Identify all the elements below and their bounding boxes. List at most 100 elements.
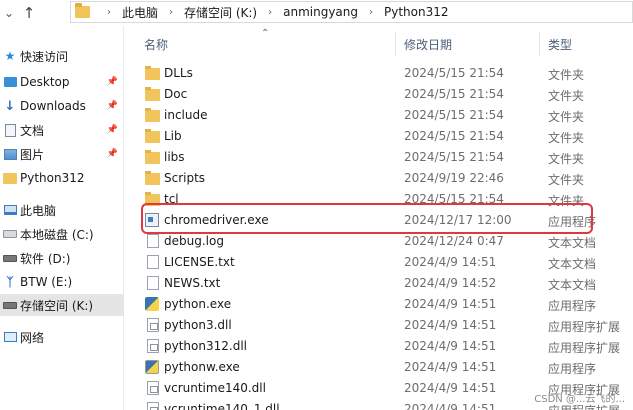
recent-locations-chevron-icon[interactable]: ⌄ <box>0 1 18 25</box>
breadcrumb-python312[interactable]: Python312 <box>382 5 451 19</box>
file-date-modified: 2024/4/9 14:51 <box>404 381 497 395</box>
file-date-modified: 2024/5/15 21:54 <box>404 87 504 101</box>
folder-icon <box>3 172 17 184</box>
dll-file-icon <box>147 381 159 395</box>
sidebar-item-downloads[interactable]: ↓ Downloads 📌 <box>0 95 124 117</box>
file-row[interactable]: LICENSE.txt 2024/4/9 14:51 文本文档 <box>125 252 633 273</box>
file-date-modified: 2024/5/15 21:54 <box>404 66 504 80</box>
up-arrow-icon[interactable]: ↑ <box>18 1 40 25</box>
column-divider[interactable] <box>395 32 396 56</box>
drive-icon <box>3 254 17 262</box>
bluetooth-drive-icon: ᛉ <box>6 275 14 289</box>
breadcrumb-storage-drive[interactable]: 存储空间 (K:) <box>182 4 259 21</box>
file-name: LICENSE.txt <box>164 255 235 269</box>
folder-icon <box>145 66 160 80</box>
sidebar-item-storage-k[interactable]: 存储空间 (K:) <box>0 294 124 316</box>
file-row[interactable]: DLLs 2024/5/15 21:54 文件夹 <box>125 63 633 84</box>
file-type: 应用程序 <box>548 299 597 313</box>
sidebar-item-local-disk-c[interactable]: 本地磁盘 (C:) <box>0 223 124 245</box>
file-type: 文本文档 <box>548 236 597 250</box>
column-header-date-modified[interactable]: 修改日期 <box>404 36 452 53</box>
python-icon <box>145 297 159 311</box>
sidebar-item-label: 软件 (D:) <box>20 251 71 266</box>
file-type: 应用程序扩展 <box>548 341 621 355</box>
address-bar[interactable]: › 此电脑 › 存储空间 (K:) › anmingyang › Python3… <box>70 1 633 23</box>
dll-file-icon <box>147 402 159 410</box>
column-divider[interactable] <box>539 32 540 56</box>
file-name: Scripts <box>164 171 206 185</box>
file-row[interactable]: python.exe 2024/4/9 14:51 应用程序 <box>125 294 633 315</box>
sidebar-item-label: 快速访问 <box>20 49 69 64</box>
download-icon: ↓ <box>4 98 16 114</box>
file-row[interactable]: include 2024/5/15 21:54 文件夹 <box>125 105 633 126</box>
sidebar-item-label: 本地磁盘 (C:) <box>20 227 94 242</box>
breadcrumb-separator-icon: › <box>107 6 111 18</box>
file-name: Lib <box>164 129 182 143</box>
file-type: 文件夹 <box>548 68 585 82</box>
file-date-modified: 2024/4/9 14:51 <box>404 318 497 332</box>
file-name: debug.log <box>164 234 224 248</box>
highlight-annotation <box>141 203 593 234</box>
file-row[interactable]: Doc 2024/5/15 21:54 文件夹 <box>125 84 633 105</box>
column-header-name[interactable]: 名称 <box>144 36 168 53</box>
file-row[interactable]: python312.dll 2024/4/9 14:51 应用程序扩展 <box>125 336 633 357</box>
file-name: python.exe <box>164 297 232 311</box>
dll-file-icon <box>147 318 159 332</box>
file-date-modified: 2024/4/9 14:51 <box>404 339 497 353</box>
file-date-modified: 2024/12/24 0:47 <box>404 234 504 248</box>
file-row[interactable]: debug.log 2024/12/24 0:47 文本文档 <box>125 231 633 252</box>
drive-icon <box>3 230 17 238</box>
breadcrumb-separator-icon: › <box>268 6 273 18</box>
file-row[interactable]: NEWS.txt 2024/4/9 14:52 文本文档 <box>125 273 633 294</box>
sidebar-item-btw-e[interactable]: ᛉ BTW (E:) <box>0 271 124 293</box>
breadcrumb-this-pc[interactable]: 此电脑 <box>120 4 160 21</box>
navigation-pane: ★ 快速访问 Desktop 📌 ↓ Downloads 📌 文档 📌 图片 📌… <box>0 26 124 410</box>
file-row[interactable]: Scripts 2024/9/19 22:46 文件夹 <box>125 168 633 189</box>
folder-icon <box>145 150 160 164</box>
sidebar-item-quick-access[interactable]: ★ 快速访问 <box>0 45 124 67</box>
sidebar-item-label: Python312 <box>20 171 85 185</box>
file-row[interactable]: Lib 2024/5/15 21:54 文件夹 <box>125 126 633 147</box>
sidebar-item-label: 图片 <box>20 147 45 162</box>
sidebar-item-this-pc[interactable]: 此电脑 <box>0 199 124 221</box>
file-type: 文件夹 <box>548 152 585 166</box>
sidebar-item-label: Desktop <box>20 75 70 89</box>
file-row[interactable]: python3.dll 2024/4/9 14:51 应用程序扩展 <box>125 315 633 336</box>
breadcrumb-separator-icon: › <box>369 6 373 18</box>
column-header-type[interactable]: 类型 <box>548 36 572 53</box>
sidebar-item-documents[interactable]: 文档 📌 <box>0 119 124 141</box>
file-type: 文本文档 <box>548 278 597 292</box>
sidebar-item-desktop[interactable]: Desktop 📌 <box>0 71 124 93</box>
file-row[interactable]: pythonw.exe 2024/4/9 14:51 应用程序 <box>125 357 633 378</box>
file-date-modified: 2024/9/19 22:46 <box>404 171 504 185</box>
folder-icon <box>145 171 160 185</box>
python-icon <box>145 360 159 374</box>
address-bar-row: ⌄ ↑ › 此电脑 › 存储空间 (K:) › anmingyang › Pyt… <box>0 0 633 26</box>
file-type: 文件夹 <box>548 131 585 145</box>
sidebar-item-label: 存储空间 (K:) <box>20 298 94 313</box>
star-icon: ★ <box>4 49 16 63</box>
file-name: include <box>164 108 208 122</box>
sidebar-item-software-d[interactable]: 软件 (D:) <box>0 247 124 269</box>
sidebar-item-network[interactable]: 网络 <box>0 326 124 348</box>
pin-icon: 📌 <box>106 149 118 159</box>
sidebar-item-pictures[interactable]: 图片 📌 <box>0 143 124 165</box>
file-row[interactable]: libs 2024/5/15 21:54 文件夹 <box>125 147 633 168</box>
pin-icon: 📌 <box>106 101 118 111</box>
sidebar-item-label: 此电脑 <box>20 203 57 218</box>
text-file-icon <box>147 234 159 248</box>
file-date-modified: 2024/4/9 14:51 <box>404 297 497 311</box>
file-type: 应用程序扩展 <box>548 320 621 334</box>
sort-ascending-icon: ⌃ <box>261 28 270 39</box>
computer-icon <box>3 205 17 215</box>
sidebar-item-label: Downloads <box>20 99 86 113</box>
breadcrumb-anmingyang[interactable]: anmingyang <box>281 5 360 19</box>
text-file-icon <box>147 255 159 269</box>
desktop-icon <box>3 77 17 87</box>
file-date-modified: 2024/5/15 21:54 <box>404 150 504 164</box>
file-date-modified: 2024/4/9 14:51 <box>404 255 497 269</box>
sidebar-item-python312[interactable]: Python312 <box>0 167 124 189</box>
pin-icon: 📌 <box>106 77 118 87</box>
file-date-modified: 2024/5/15 21:54 <box>404 108 504 122</box>
file-name: vcruntime140_1.dll <box>164 402 280 410</box>
